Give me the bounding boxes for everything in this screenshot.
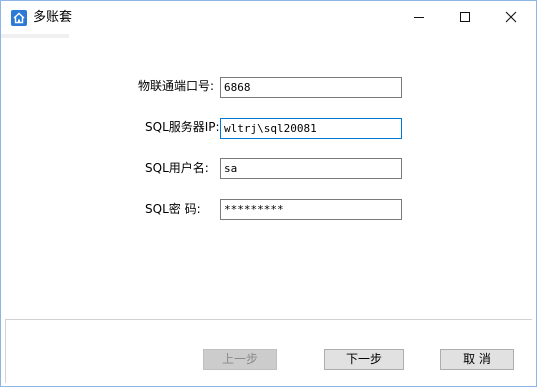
close-icon bbox=[505, 11, 517, 23]
port-input[interactable]: 6868 bbox=[220, 77, 402, 98]
maximize-icon bbox=[460, 12, 470, 22]
close-button[interactable] bbox=[488, 1, 534, 33]
minimize-button[interactable] bbox=[396, 1, 442, 33]
sql-user-input[interactable]: sa bbox=[220, 158, 402, 179]
sql-password-label: SQL密 码: bbox=[145, 202, 201, 216]
sql-server-label: SQL服务器IP: bbox=[145, 120, 220, 134]
maximize-button[interactable] bbox=[442, 1, 488, 33]
home-icon bbox=[11, 10, 27, 26]
title-bar[interactable]: 多账套 bbox=[1, 1, 536, 34]
sql-password-input[interactable]: ********* bbox=[220, 199, 402, 220]
port-label: 物联通端口号: bbox=[138, 79, 215, 93]
cancel-button[interactable]: 取 消 bbox=[440, 349, 514, 370]
minimize-icon bbox=[414, 16, 424, 18]
sql-user-label: SQL用户名: bbox=[145, 161, 209, 175]
prev-button[interactable]: 上一步 bbox=[203, 349, 277, 370]
tab-strip bbox=[1, 34, 69, 38]
window-title: 多账套 bbox=[33, 10, 73, 25]
next-button[interactable]: 下一步 bbox=[324, 349, 404, 370]
sql-server-input[interactable]: wltrj\sql20081 bbox=[220, 118, 402, 139]
dialog-window: 多账套 物联通端口号: 6868 SQL服务器IP: wltrj\sql2008… bbox=[0, 0, 537, 387]
